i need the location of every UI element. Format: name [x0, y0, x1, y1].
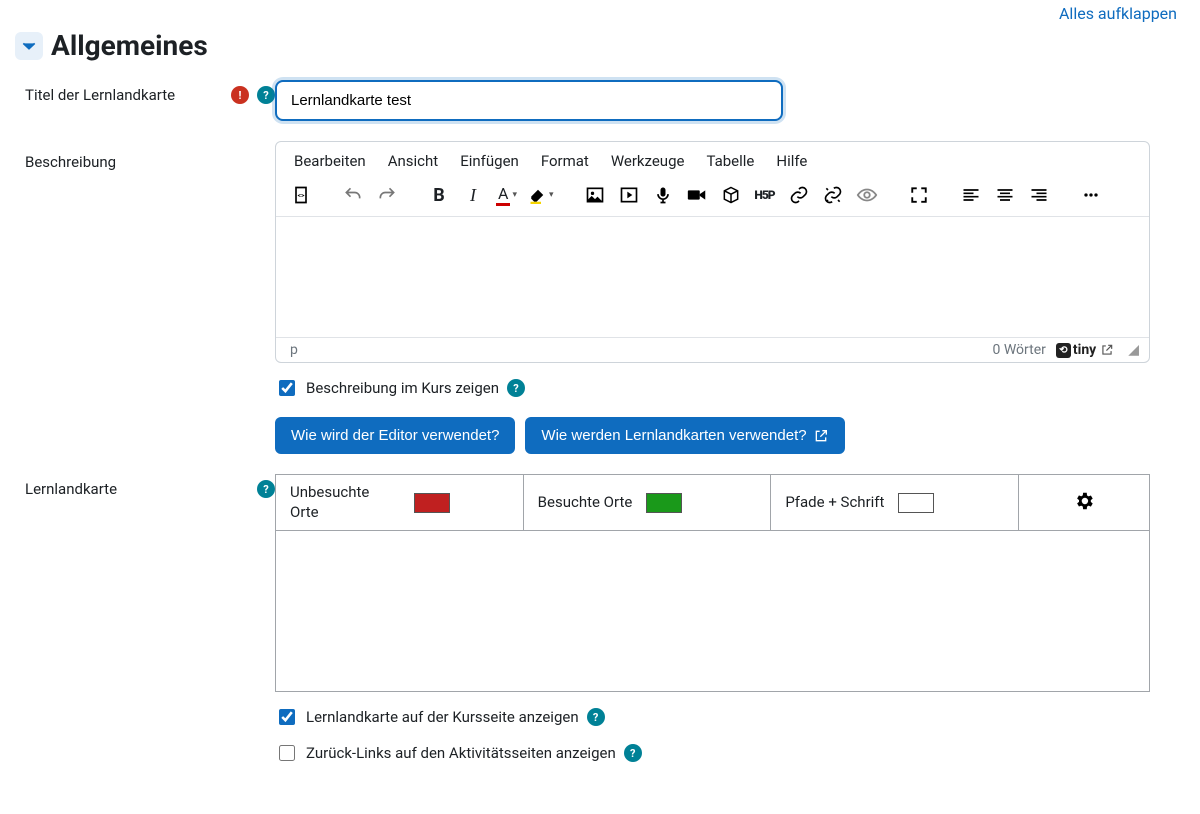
backlinks-checkbox[interactable] [279, 745, 295, 761]
tiny-logo[interactable]: ⟲tiny [1056, 342, 1114, 358]
section-title: Allgemeines [51, 29, 208, 62]
menu-view[interactable]: Ansicht [388, 152, 438, 170]
align-center-icon[interactable] [994, 184, 1016, 206]
word-count: 0 Wörter [993, 342, 1046, 358]
description-label: Beschreibung [25, 153, 116, 171]
external-link-icon [1100, 343, 1114, 357]
help-icon[interactable]: ? [587, 708, 605, 726]
more-icon[interactable] [1080, 184, 1102, 206]
description-editor[interactable]: Bearbeiten Ansicht Einfügen Format Werkz… [275, 141, 1150, 363]
menu-table[interactable]: Tabelle [706, 152, 754, 170]
editor-menubar: Bearbeiten Ansicht Einfügen Format Werkz… [276, 142, 1149, 178]
video-camera-icon[interactable] [686, 184, 708, 206]
h5p-icon[interactable]: H5P [754, 184, 776, 206]
menu-help[interactable]: Hilfe [776, 152, 807, 170]
visited-color-swatch[interactable] [646, 493, 682, 513]
unvisited-places-label: Unbesuchte Orte [290, 483, 400, 522]
redo-icon[interactable] [376, 184, 398, 206]
map-configuration-panel: Unbesuchte Orte Besuchte Orte Pfade + Sc… [275, 474, 1150, 692]
align-left-icon[interactable] [960, 184, 982, 206]
menu-insert[interactable]: Einfügen [460, 152, 519, 170]
microphone-icon[interactable] [652, 184, 674, 206]
title-label: Titel der Lernlandkarte [25, 86, 175, 104]
gear-icon [1073, 490, 1095, 512]
bold-icon[interactable]: B [428, 184, 450, 206]
external-link-icon [813, 428, 829, 444]
image-icon[interactable] [584, 184, 606, 206]
editor-path: p [290, 342, 298, 358]
paths-color-swatch[interactable] [898, 493, 934, 513]
backlinks-label: Zurück-Links auf den Aktivitätsseiten an… [306, 744, 616, 762]
package-icon[interactable] [720, 184, 742, 206]
link-icon[interactable] [788, 184, 810, 206]
editor-howto-button[interactable]: Wie wird der Editor verwendet? [275, 417, 515, 454]
chevron-down-icon [22, 39, 36, 53]
expand-all-link[interactable]: Alles aufklappen [1059, 4, 1177, 23]
map-label: Lernlandkarte [25, 480, 117, 498]
show-map-on-course-checkbox[interactable] [279, 709, 295, 725]
title-input[interactable] [275, 80, 783, 121]
maps-howto-button[interactable]: Wie werden Lernlandkarten verwendet? [525, 417, 844, 454]
help-icon[interactable]: ? [624, 744, 642, 762]
menu-format[interactable]: Format [541, 152, 589, 170]
fullscreen-icon[interactable] [908, 184, 930, 206]
help-icon[interactable]: ? [507, 379, 525, 397]
paths-text-label: Pfade + Schrift [785, 493, 884, 513]
svg-text:<>: <> [298, 192, 305, 200]
map-canvas[interactable] [276, 531, 1149, 691]
show-description-label: Beschreibung im Kurs zeigen [306, 379, 499, 397]
source-code-icon[interactable]: <> [290, 184, 312, 206]
resize-handle-icon[interactable]: ◢ [1128, 342, 1139, 358]
media-icon[interactable] [618, 184, 640, 206]
undo-icon[interactable] [342, 184, 364, 206]
map-settings-button[interactable] [1073, 490, 1095, 516]
section-collapse-button[interactable] [15, 32, 43, 60]
help-icon[interactable]: ? [257, 86, 275, 104]
show-description-checkbox[interactable] [279, 380, 295, 396]
text-color-button[interactable]: A▾ [496, 184, 517, 206]
unvisited-color-swatch[interactable] [414, 493, 450, 513]
editor-toolbar: <> B I A▾ ▾ H5P [276, 178, 1149, 217]
preview-icon[interactable] [856, 184, 878, 206]
help-icon[interactable]: ? [257, 480, 275, 498]
align-right-icon[interactable] [1028, 184, 1050, 206]
required-icon: ! [231, 86, 249, 104]
menu-edit[interactable]: Bearbeiten [294, 152, 366, 170]
menu-tools[interactable]: Werkzeuge [611, 152, 685, 170]
editor-content-area[interactable] [276, 217, 1149, 337]
visited-places-label: Besuchte Orte [538, 493, 633, 513]
unlink-icon[interactable] [822, 184, 844, 206]
italic-icon[interactable]: I [462, 184, 484, 206]
show-map-on-course-label: Lernlandkarte auf der Kursseite anzeigen [306, 708, 579, 726]
highlight-button[interactable]: ▾ [529, 186, 554, 204]
